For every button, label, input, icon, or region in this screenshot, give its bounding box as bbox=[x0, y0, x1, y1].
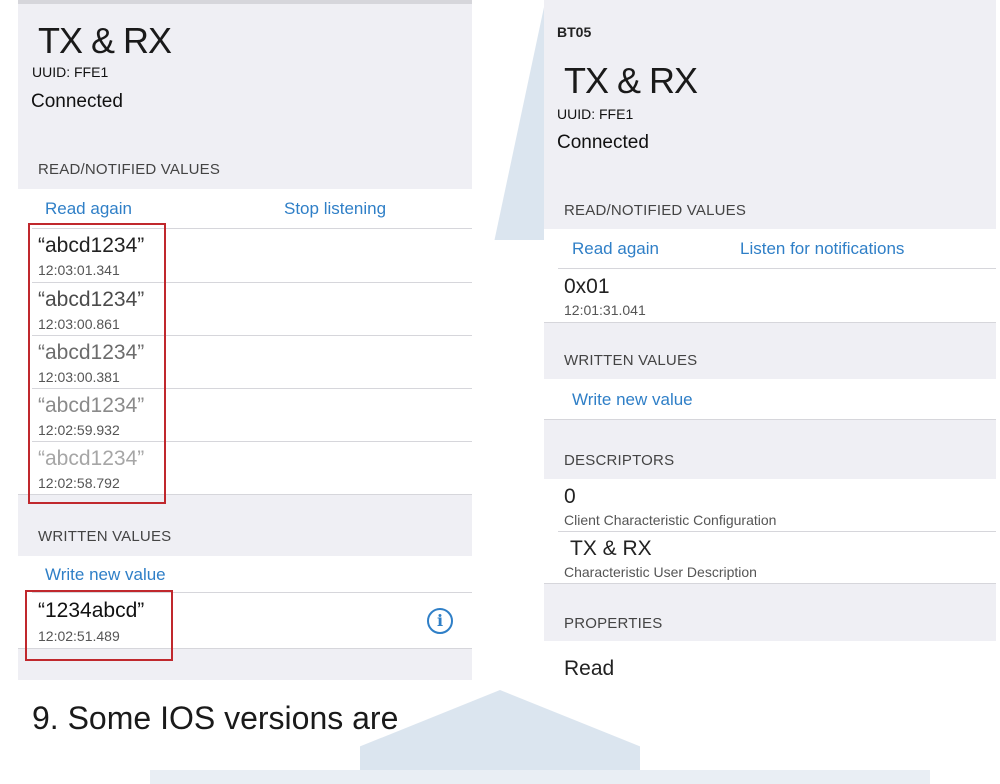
highlight-box-read-values bbox=[28, 223, 166, 504]
left-characteristic-screen: TX & RX UUID: FFE1 Connected READ/NOTIFI… bbox=[18, 0, 472, 680]
read-notified-section-header: READ/NOTIFIED VALUES bbox=[38, 161, 221, 178]
descriptor-value-2: TX & RX bbox=[570, 537, 652, 560]
device-name: BT05 bbox=[557, 24, 592, 40]
written-section-header: WRITTEN VALUES bbox=[38, 528, 172, 545]
read-notified-section-header: READ/NOTIFIED VALUES bbox=[564, 202, 747, 219]
descriptor-value-1: 0 bbox=[564, 485, 576, 508]
read-again-button[interactable]: Read again bbox=[45, 199, 132, 219]
descriptor-label-2: Characteristic User Description bbox=[564, 564, 757, 580]
written-section-header: WRITTEN VALUES bbox=[564, 352, 698, 369]
info-icon[interactable]: i bbox=[427, 608, 453, 634]
read-time: 12:01:31.041 bbox=[564, 302, 646, 318]
read-value: 0x01 bbox=[564, 275, 610, 298]
caption-text: 9. Some IOS versions are bbox=[32, 700, 399, 736]
property-item: Read bbox=[564, 657, 615, 676]
descriptors-section-header: DESCRIPTORS bbox=[564, 452, 675, 469]
right-characteristic-screen: BT05 TX & RX UUID: FFE1 Connected READ/N… bbox=[544, 0, 996, 676]
properties-section-header: PROPERTIES bbox=[564, 615, 663, 632]
characteristic-title: TX & RX bbox=[564, 60, 698, 101]
characteristic-title: TX & RX bbox=[38, 20, 172, 61]
uuid-label: UUID: FFE1 bbox=[32, 64, 109, 80]
descriptor-label-1: Client Characteristic Configuration bbox=[564, 512, 777, 528]
read-again-button[interactable]: Read again bbox=[572, 239, 659, 259]
highlight-box-written-value bbox=[25, 590, 173, 661]
listen-for-notifications-button[interactable]: Listen for notifications bbox=[740, 239, 904, 259]
write-new-value-button[interactable]: Write new value bbox=[45, 565, 166, 585]
write-new-value-button[interactable]: Write new value bbox=[572, 390, 693, 410]
stop-listening-button[interactable]: Stop listening bbox=[284, 199, 386, 219]
partial-banner bbox=[150, 770, 930, 784]
connection-status: Connected bbox=[31, 91, 123, 112]
uuid-label: UUID: FFE1 bbox=[557, 106, 634, 122]
connection-status: Connected bbox=[557, 132, 649, 153]
